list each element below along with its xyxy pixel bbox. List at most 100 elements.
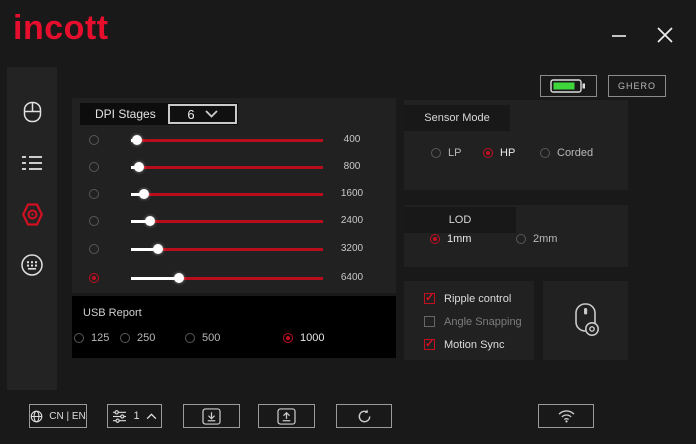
dpi-stage-row: 3200 bbox=[72, 240, 396, 258]
dpi-value-label: 6400 bbox=[340, 272, 364, 283]
tune-icon bbox=[113, 409, 127, 423]
radio-icon bbox=[185, 333, 195, 343]
dpi-slider[interactable] bbox=[131, 131, 323, 149]
mouse-icon bbox=[23, 101, 41, 123]
radio-icon bbox=[516, 234, 526, 244]
sensor-toggles-panel: Ripple control Angle Snapping Motion Syn… bbox=[404, 281, 534, 360]
radio-icon bbox=[483, 148, 493, 158]
keyboard-icon bbox=[21, 254, 43, 276]
radio-icon bbox=[430, 234, 440, 244]
dpi-stage-row: 400 bbox=[72, 131, 396, 149]
slider-handle[interactable] bbox=[145, 216, 156, 226]
list-icon bbox=[22, 156, 42, 170]
slider-handle[interactable] bbox=[174, 273, 184, 283]
dpi-value-label: 1600 bbox=[340, 188, 364, 199]
dpi-slider[interactable] bbox=[131, 240, 323, 258]
checkbox-icon bbox=[424, 316, 435, 327]
dpi-stage-radio[interactable] bbox=[89, 216, 99, 226]
dpi-stage-radio[interactable] bbox=[89, 162, 99, 172]
sensor-hex-icon bbox=[21, 202, 43, 226]
usb-rate-option-125[interactable]: 125 bbox=[74, 332, 109, 344]
slider-handle[interactable] bbox=[133, 162, 144, 172]
import-config-button[interactable] bbox=[183, 404, 240, 428]
lod-panel: LOD 1mm 2mm bbox=[404, 205, 628, 267]
usb-rate-option-500[interactable]: 500 bbox=[185, 332, 220, 344]
language-label: CN | EN bbox=[49, 410, 86, 422]
sidebar-item-buttons[interactable] bbox=[19, 100, 45, 124]
close-icon bbox=[657, 27, 673, 43]
minimize-button[interactable] bbox=[604, 20, 634, 50]
dpi-slider[interactable] bbox=[131, 269, 323, 287]
angle-snapping-checkbox[interactable]: Angle Snapping bbox=[424, 314, 522, 329]
dpi-panel: DPI Stages 6 400 800 1600 2400 3200 6400 bbox=[72, 98, 396, 293]
dpi-stages-title: DPI Stages bbox=[95, 107, 156, 121]
sensor-mode-option-corded[interactable]: Corded bbox=[540, 147, 593, 159]
radio-icon bbox=[431, 148, 441, 158]
sensor-mode-panel: Sensor Mode LP HP Corded bbox=[404, 100, 628, 190]
minimize-icon bbox=[612, 35, 626, 37]
sync-button[interactable] bbox=[336, 404, 392, 428]
download-icon bbox=[202, 407, 221, 425]
profile-number: 1 bbox=[133, 410, 140, 422]
ripple-control-checkbox[interactable]: Ripple control bbox=[424, 291, 511, 306]
chevron-down-icon bbox=[204, 110, 218, 118]
wifi-icon bbox=[558, 410, 574, 423]
usb-rate-option-250[interactable]: 250 bbox=[120, 332, 155, 344]
export-config-button[interactable] bbox=[258, 404, 315, 428]
lod-title: LOD bbox=[404, 207, 516, 233]
dpi-stage-count-dropdown[interactable]: 6 bbox=[168, 104, 237, 124]
brand-logo: incott bbox=[13, 9, 109, 47]
sidebar bbox=[7, 67, 57, 390]
battery-indicator bbox=[540, 75, 597, 97]
dpi-value-label: 400 bbox=[343, 134, 361, 145]
slider-handle[interactable] bbox=[131, 135, 142, 145]
radio-icon bbox=[540, 148, 550, 158]
sidebar-item-sensor-settings[interactable] bbox=[19, 202, 45, 226]
dpi-stage-row: 800 bbox=[72, 158, 396, 176]
globe-icon bbox=[30, 410, 43, 422]
dpi-stage-row: 2400 bbox=[72, 212, 396, 230]
radio-icon bbox=[120, 333, 130, 343]
battery-icon bbox=[549, 79, 585, 93]
chevron-up-icon bbox=[146, 412, 156, 419]
sensor-mode-option-hp[interactable]: HP bbox=[483, 147, 515, 159]
checkbox-icon bbox=[424, 339, 435, 350]
dpi-stage-count-value: 6 bbox=[187, 106, 195, 122]
dpi-stage-radio[interactable] bbox=[89, 244, 99, 254]
lod-option-1mm[interactable]: 1mm bbox=[430, 233, 471, 245]
slider-handle[interactable] bbox=[152, 244, 163, 254]
sidebar-item-keyboard[interactable] bbox=[19, 253, 45, 277]
sidebar-item-macro-list[interactable] bbox=[19, 151, 45, 175]
dpi-slider[interactable] bbox=[131, 158, 323, 176]
slider-handle[interactable] bbox=[139, 189, 150, 199]
dpi-stage-radio[interactable] bbox=[89, 273, 99, 283]
motion-sync-checkbox[interactable]: Motion Sync bbox=[424, 337, 505, 352]
dpi-slider[interactable] bbox=[131, 212, 323, 230]
lod-option-2mm[interactable]: 2mm bbox=[516, 233, 557, 245]
dpi-value-label: 2400 bbox=[340, 215, 364, 226]
wireless-button[interactable] bbox=[538, 404, 594, 428]
mouse-gear-icon bbox=[574, 302, 599, 336]
sensor-mode-title: Sensor Mode bbox=[404, 105, 510, 131]
dpi-slider[interactable] bbox=[131, 185, 323, 203]
upload-icon bbox=[277, 407, 296, 425]
dpi-stage-radio[interactable] bbox=[89, 135, 99, 145]
close-button[interactable] bbox=[650, 20, 680, 50]
profile-selector-button[interactable]: 1 bbox=[107, 404, 162, 428]
dpi-value-label: 3200 bbox=[340, 243, 364, 254]
dpi-stage-row: 6400 bbox=[72, 269, 396, 287]
device-name-button[interactable]: GHERO bbox=[608, 75, 666, 97]
dpi-value-label: 800 bbox=[343, 161, 361, 172]
usb-report-title: USB Report bbox=[83, 307, 142, 319]
usb-rate-option-1000[interactable]: 1000 bbox=[283, 332, 324, 344]
usb-report-panel: USB Report 125 250 500 1000 bbox=[72, 296, 396, 358]
dpi-stage-radio[interactable] bbox=[89, 189, 99, 199]
checkbox-icon bbox=[424, 293, 435, 304]
dpi-stage-row: 1600 bbox=[72, 185, 396, 203]
sensor-mode-option-lp[interactable]: LP bbox=[431, 147, 461, 159]
refresh-icon bbox=[358, 408, 370, 422]
dpi-header: DPI Stages 6 bbox=[80, 103, 238, 125]
radio-icon bbox=[283, 333, 293, 343]
language-toggle-button[interactable]: CN | EN bbox=[29, 404, 87, 428]
mouse-preview-panel bbox=[543, 281, 628, 360]
